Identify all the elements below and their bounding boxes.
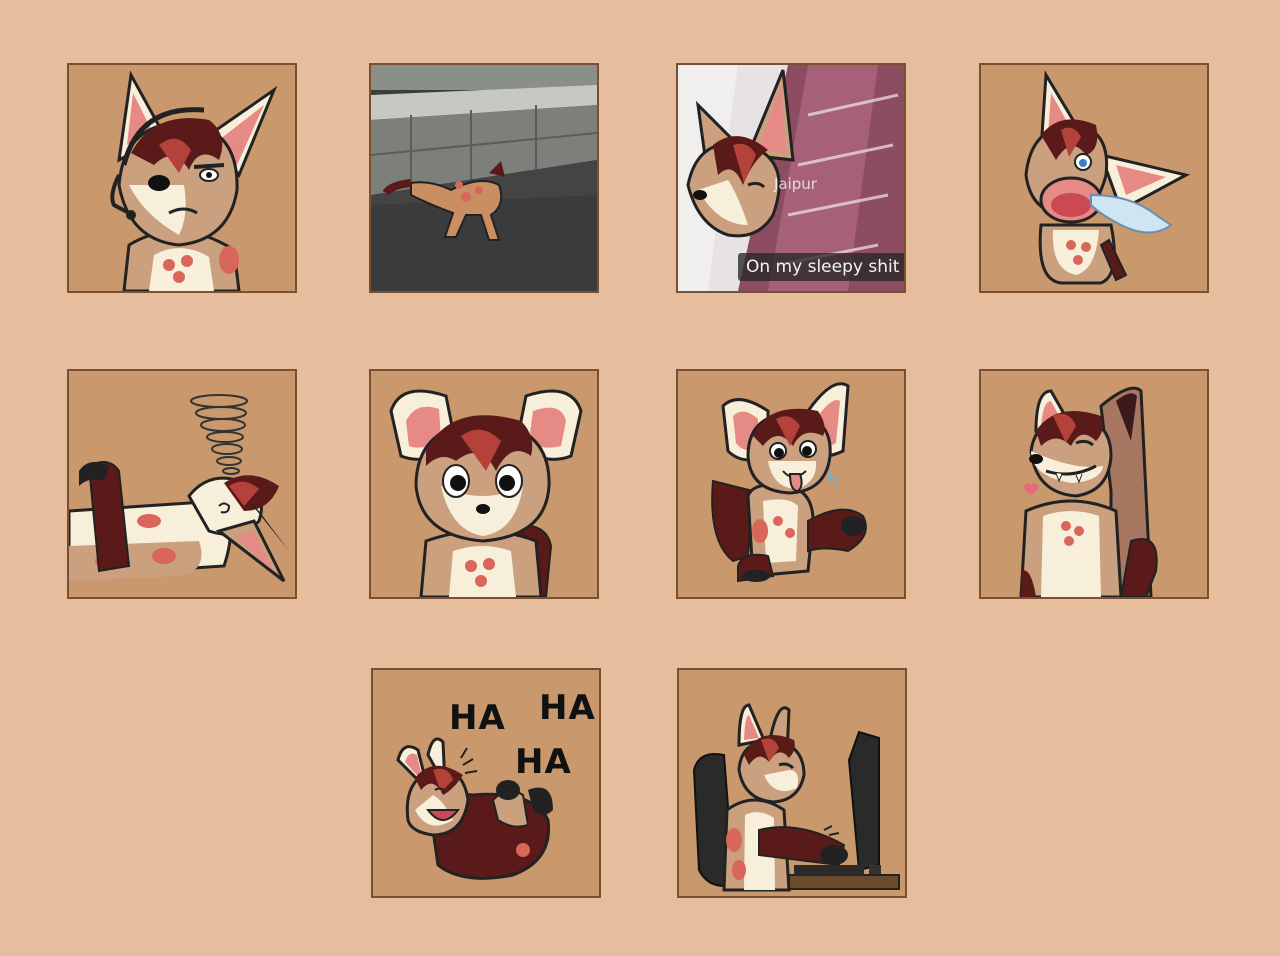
sticker-crying[interactable] (979, 63, 1209, 293)
haha-text-3: HA (515, 742, 572, 782)
sticker-stare[interactable] (369, 369, 599, 599)
sticker-headset[interactable] (67, 63, 297, 293)
haha-text-1: HA (449, 698, 506, 738)
sticker-flirty[interactable] (979, 369, 1209, 599)
sticker-happy[interactable] (676, 369, 906, 599)
dizzy-fox-icon (69, 371, 295, 597)
photo-caption: On my sleepy shit rn (738, 253, 904, 281)
headset-fox-icon (69, 65, 295, 291)
photo-walking-fox-icon (371, 65, 597, 291)
haha-text-2: HA (539, 688, 596, 728)
happy-fox-icon (678, 371, 904, 597)
crying-fox-icon (981, 65, 1207, 291)
photo-watermark: Jaipur (774, 175, 817, 193)
sticker-gaming[interactable] (677, 668, 907, 898)
sticker-laughing[interactable]: HA HA HA (371, 668, 601, 898)
flirty-fox-icon (981, 371, 1207, 597)
staring-fox-icon (371, 371, 597, 597)
sticker-dizzy[interactable] (67, 369, 297, 599)
sticker-photo-sleepy[interactable]: Jaipur On my sleepy shit rn (676, 63, 906, 293)
gaming-fox-icon (679, 670, 905, 896)
sticker-photo-walking[interactable] (369, 63, 599, 293)
